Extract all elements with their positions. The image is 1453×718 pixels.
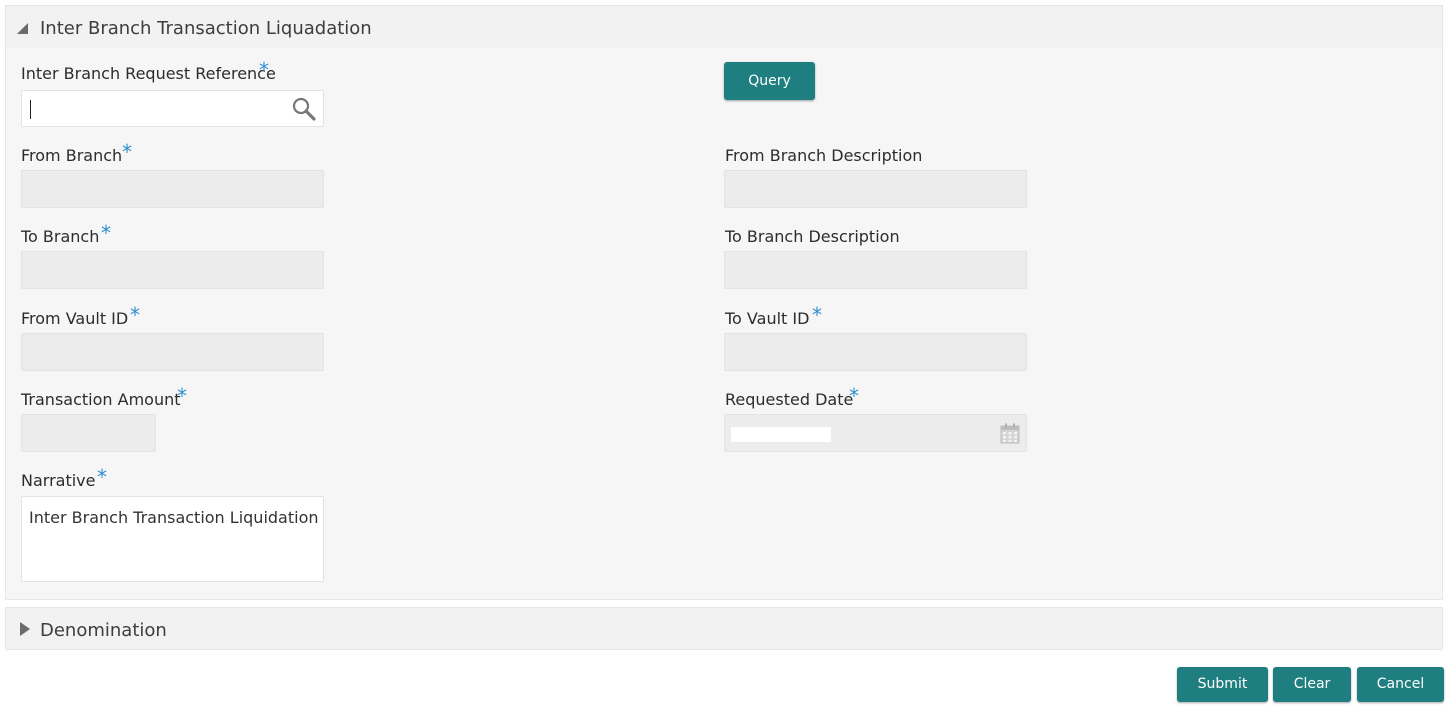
narrative-textarea[interactable]: Inter Branch Transaction Liquidation [21,496,324,582]
to-vault-id-field [724,333,1027,371]
submit-button[interactable]: Submit [1177,667,1268,702]
denomination-panel[interactable]: Denomination [5,607,1443,650]
calendar-icon[interactable] [1000,423,1020,444]
triangle-right-icon[interactable] [20,622,30,636]
to-branch-description-label: To Branch Description [725,227,900,246]
to-branch-label: To Branch [21,227,100,246]
request-reference-input[interactable] [21,90,324,127]
required-mark: * [812,303,822,327]
from-vault-id-field [21,333,324,371]
denomination-title: Denomination [40,620,167,641]
request-reference-label: Inter Branch Request Reference [21,64,276,83]
clear-button[interactable]: Clear [1273,667,1351,702]
narrative-value: Inter Branch Transaction Liquidation [29,508,319,527]
inter-branch-transaction-panel: Inter Branch Transaction Liquadation Int… [5,5,1443,600]
requested-date-label: Requested Date [725,390,854,409]
requested-date-field [724,414,1027,452]
required-mark: * [97,465,107,489]
transaction-amount-field [21,414,156,452]
from-branch-description-field [724,170,1027,208]
from-branch-field [21,170,324,208]
required-mark: * [177,384,187,408]
search-icon[interactable] [291,96,317,122]
panel-header[interactable]: Inter Branch Transaction Liquadation [6,6,1442,48]
to-branch-description-field [724,251,1027,289]
required-mark: * [849,384,859,408]
required-mark: * [101,221,111,245]
to-vault-id-label: To Vault ID [725,309,810,328]
from-vault-id-label: From Vault ID [21,309,129,328]
panel-title: Inter Branch Transaction Liquadation [40,18,372,39]
from-branch-description-label: From Branch Description [725,146,923,165]
required-mark: * [122,140,132,164]
narrative-label: Narrative [21,471,96,490]
query-button[interactable]: Query [724,62,815,100]
to-branch-field [21,251,324,289]
triangle-down-icon[interactable] [17,23,28,34]
transaction-amount-label: Transaction Amount [21,390,181,409]
cancel-button[interactable]: Cancel [1357,667,1444,702]
from-branch-label: From Branch [21,146,123,165]
masked-date-value [731,427,831,442]
text-cursor [30,100,31,119]
required-mark: * [130,303,140,327]
required-mark: * [259,58,269,82]
